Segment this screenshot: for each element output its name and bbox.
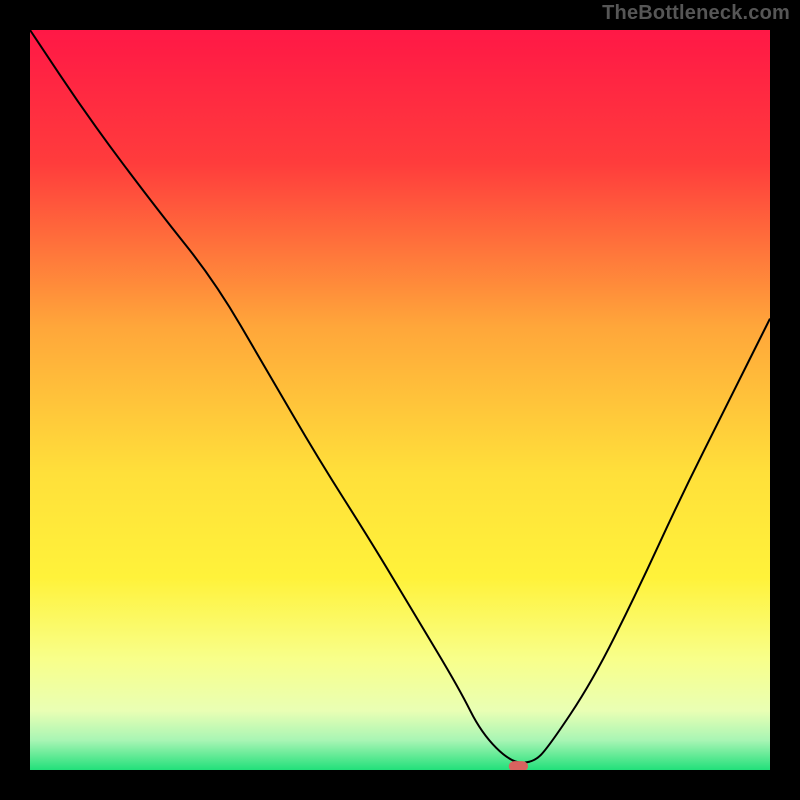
watermark-text: TheBottleneck.com <box>602 2 790 25</box>
bottleneck-plot <box>30 30 770 770</box>
chart-frame: TheBottleneck.com <box>0 0 800 800</box>
plot-background <box>30 30 770 770</box>
minimum-marker <box>509 761 528 770</box>
